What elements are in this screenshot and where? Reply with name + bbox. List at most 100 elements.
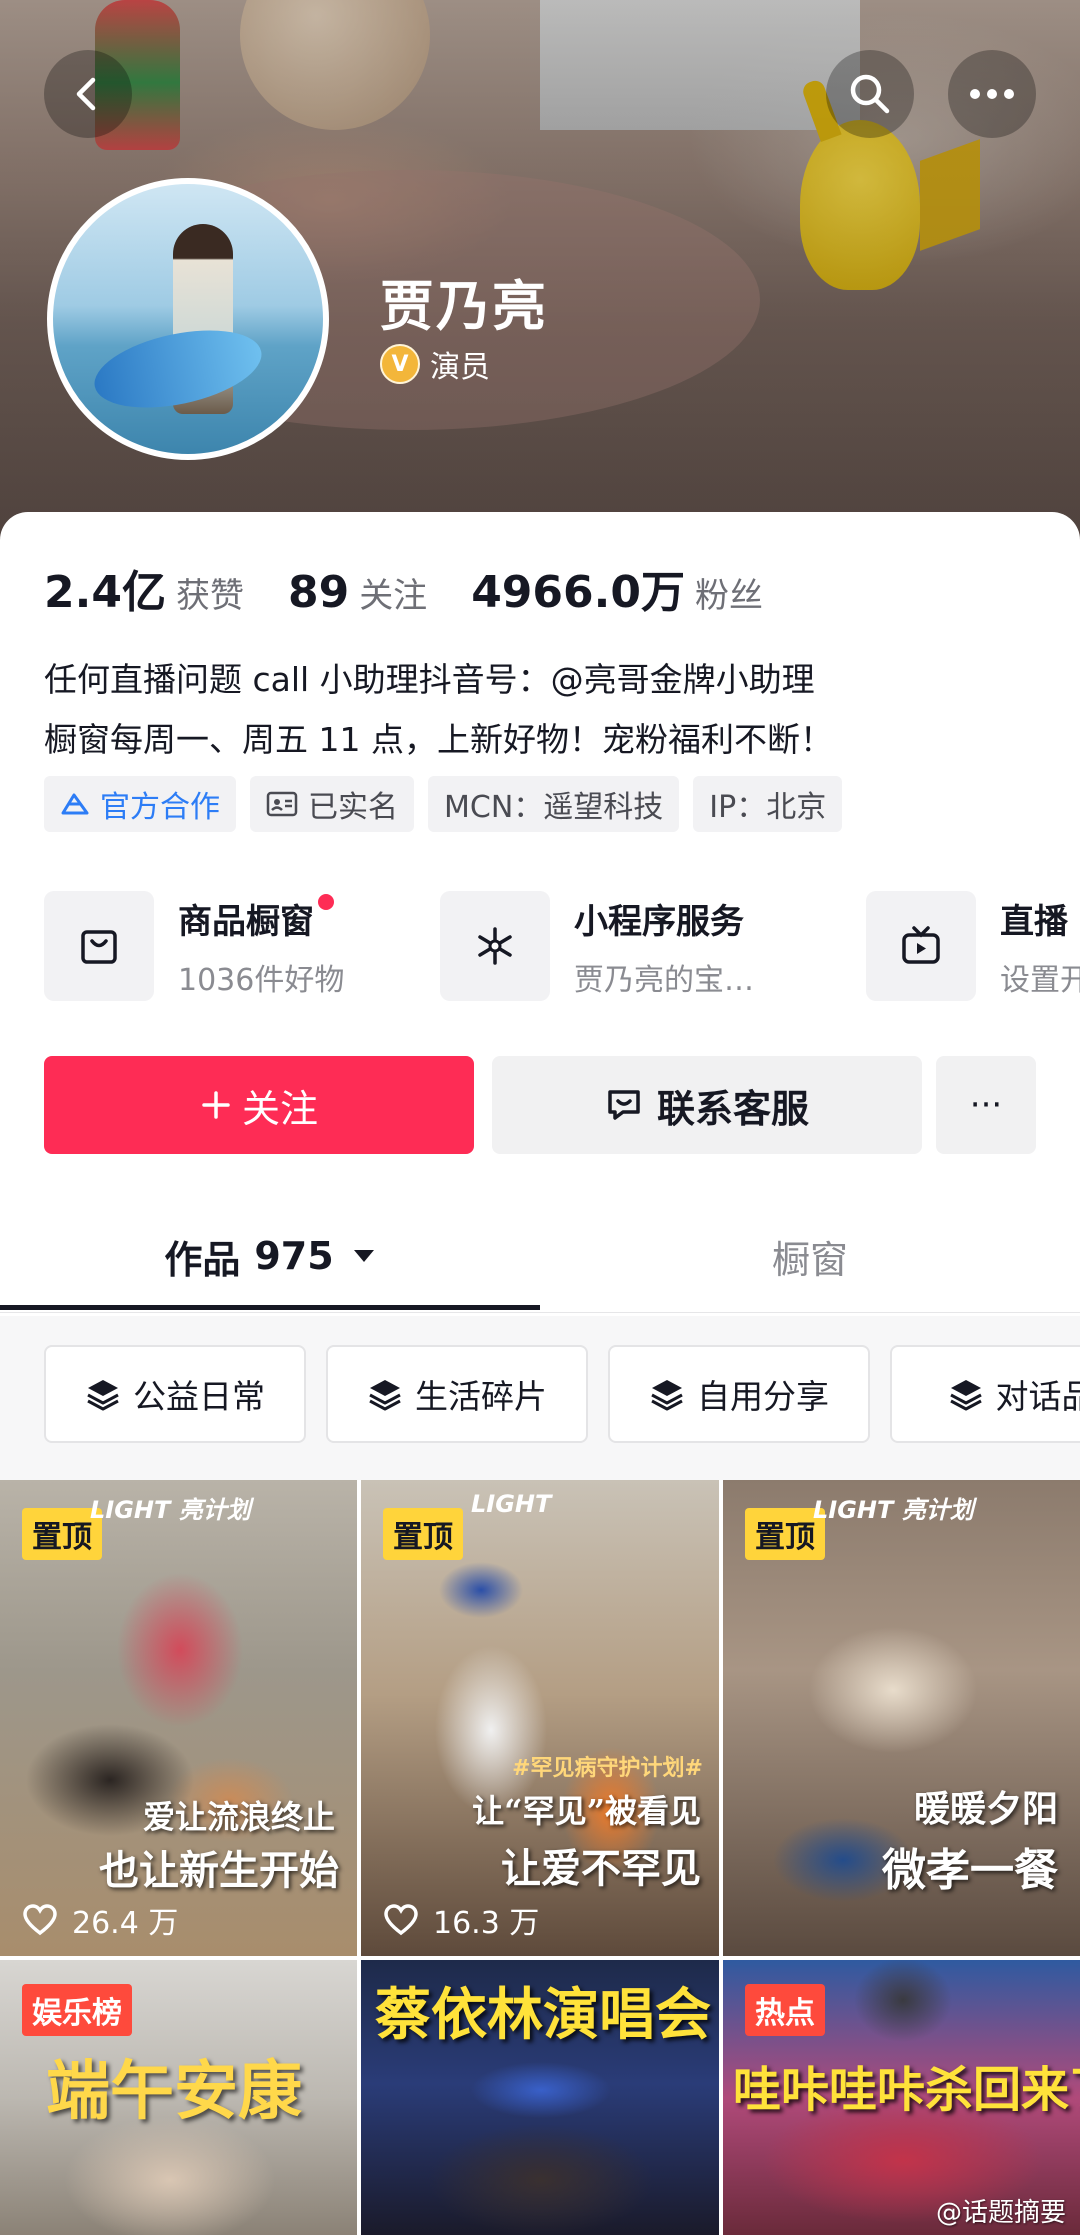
filter-chip-4-label: 对话品	[995, 1377, 1080, 1416]
service-mini-program[interactable]: 小程序服务 贾乃亮的宝…	[440, 888, 754, 1004]
bio-line-1: 任何直播问题 call 小助理抖音号：@亮哥金牌小助理	[44, 660, 815, 699]
service-showcase-subtitle: 1036件好物	[178, 962, 345, 998]
notification-dot	[318, 893, 334, 910]
filter-chip-3-label: 自用分享	[697, 1377, 829, 1416]
video-card[interactable]: 娱乐榜 端午安康	[0, 1960, 357, 2235]
profile-name: 贾乃亮	[380, 275, 548, 338]
ip-location-tag: IP：北京	[693, 776, 843, 832]
likes-count: 2.4亿	[44, 567, 166, 618]
trending-badge: 娱乐榜	[22, 1984, 132, 2036]
back-button[interactable]	[44, 50, 132, 138]
tab-works-count: 975	[254, 1234, 334, 1278]
heart-icon	[22, 1904, 72, 1936]
follow-label: 关注	[241, 1086, 318, 1131]
filter-chip-1[interactable]: 公益日常	[44, 1345, 306, 1443]
more-options-button[interactable]	[948, 50, 1036, 138]
filter-chip-2-label: 生活碎片	[415, 1377, 547, 1416]
video-brand: LIGHT 亮计划	[90, 1496, 251, 1524]
mini-program-icon	[440, 891, 550, 1001]
mcn-tag: MCN：遥望科技	[428, 776, 680, 832]
service-mini-program-title: 小程序服务	[574, 901, 744, 942]
verified-role: V 演员	[380, 342, 490, 386]
collection-filters: 公益日常 生活碎片 自用分享 对话品	[44, 1345, 1080, 1445]
tab-showcase[interactable]: 橱窗	[540, 1200, 1080, 1312]
video-caption: 暖暖夕阳	[913, 1788, 1058, 1830]
followers-label[interactable]: 粉丝	[695, 568, 763, 617]
service-mini-program-subtitle: 贾乃亮的宝…	[574, 962, 754, 998]
profile-role: 演员	[430, 350, 490, 385]
profile-actions: 关注 联系客服 ···	[44, 1056, 1036, 1154]
video-brand: LIGHT 亮计划	[813, 1496, 974, 1524]
content-tabs: 作品 975 橱窗	[0, 1200, 1080, 1313]
more-actions-icon: ···	[969, 1085, 1003, 1125]
tab-works-label: 作品	[164, 1237, 241, 1282]
service-live-subtitle: 设置开	[1000, 962, 1080, 998]
search-button[interactable]	[826, 50, 914, 138]
likes-count: 16.3 万	[433, 1906, 540, 1941]
id-card-icon	[266, 791, 298, 817]
video-card[interactable]: 置顶 LIGHT 亮计划 爱让流浪终止 也让新生开始 26.4 万	[0, 1480, 357, 1956]
plus-icon	[200, 1089, 232, 1121]
chat-icon	[605, 1086, 643, 1124]
video-caption: 微孝一餐	[882, 1845, 1058, 1896]
contact-service-label: 联系客服	[656, 1086, 809, 1131]
video-caption: 蔡依林演唱会	[375, 1982, 711, 2048]
handshake-icon	[60, 789, 90, 819]
avatar[interactable]	[47, 178, 329, 460]
realname-label: 已实名	[308, 790, 398, 825]
filter-chip-3[interactable]: 自用分享	[608, 1345, 870, 1443]
shopping-bag-icon	[44, 891, 154, 1001]
video-likes: 16.3 万	[383, 1898, 539, 1942]
filter-chip-1-label: 公益日常	[133, 1377, 265, 1416]
follow-button[interactable]: 关注	[44, 1056, 474, 1154]
video-caption: 爱让流浪终止	[142, 1798, 335, 1836]
more-horizontal-icon	[969, 88, 1015, 100]
profile-tags: 官方合作 已实名 MCN：遥望科技 IP：北京	[44, 776, 856, 832]
search-icon	[847, 71, 893, 117]
following-label[interactable]: 关注	[359, 568, 427, 617]
video-caption: 端午安康	[46, 2054, 302, 2129]
service-showcase[interactable]: 商品橱窗 1036件好物	[44, 888, 344, 1004]
video-card[interactable]: 置顶 LIGHT 亮计划 暖暖夕阳 微孝一餐	[723, 1480, 1080, 1956]
video-caption: 哇咔哇咔杀回来了	[733, 2062, 1080, 2118]
filter-chip-4[interactable]: 对话品	[890, 1345, 1080, 1443]
layers-icon	[948, 1377, 984, 1411]
chevron-left-icon	[68, 74, 108, 114]
tv-icon	[866, 891, 976, 1001]
video-brand: LIGHT	[471, 1490, 552, 1518]
video-caption: 让“罕见”被看见	[472, 1792, 701, 1830]
service-live[interactable]: 直播 设置开	[866, 888, 1080, 1004]
more-actions-button[interactable]: ···	[936, 1056, 1036, 1154]
pinned-badge: 置顶	[383, 1508, 463, 1560]
followers-count[interactable]: 4966.0万	[471, 556, 685, 620]
likes-label: 获赞	[175, 576, 244, 616]
service-showcase-title: 商品橱窗	[178, 901, 314, 942]
trending-badge: 热点	[745, 1984, 825, 2036]
layers-icon	[85, 1377, 121, 1411]
following-count[interactable]: 89	[288, 567, 349, 618]
mcn-label: MCN：遥望科技	[444, 790, 664, 825]
watermark: @话题摘要	[935, 2198, 1066, 2228]
video-caption: 让爱不罕见	[501, 1845, 701, 1892]
tab-active-indicator	[0, 1305, 540, 1310]
tab-showcase-label: 橱窗	[771, 1237, 848, 1282]
bio-line-2: 橱窗每周一、周五 11 点，上新好物！宠粉福利不断！	[44, 720, 833, 759]
profile-bio: 任何直播问题 call 小助理抖音号：@亮哥金牌小助理 橱窗每周一、周五 11 …	[44, 650, 833, 770]
video-hashtag: #罕见病守护计划#	[512, 1756, 703, 1781]
filter-chip-2[interactable]: 生活碎片	[326, 1345, 588, 1443]
tab-works[interactable]: 作品 975	[0, 1200, 540, 1312]
service-live-title: 直播	[1000, 901, 1068, 942]
realname-tag: 已实名	[250, 776, 414, 832]
layers-icon	[649, 1377, 685, 1411]
official-cooperation-tag[interactable]: 官方合作	[44, 776, 236, 832]
video-card[interactable]: 置顶 LIGHT #罕见病守护计划# 让“罕见”被看见 让爱不罕见 16.3 万	[361, 1480, 719, 1956]
heart-icon	[383, 1904, 433, 1936]
video-card[interactable]: 蔡依林演唱会	[361, 1960, 719, 2235]
services-row: 商品橱窗 1036件好物 小程序服务 贾乃亮的宝… 直播 设置开	[44, 888, 1080, 1004]
video-grid: 置顶 LIGHT 亮计划 爱让流浪终止 也让新生开始 26.4 万 置顶 LIG…	[0, 1480, 1080, 2235]
verified-badge-icon: V	[380, 344, 420, 384]
official-cooperation-label: 官方合作	[100, 790, 220, 825]
contact-service-button[interactable]: 联系客服	[492, 1056, 922, 1154]
ip-location-label: IP：北京	[709, 790, 827, 825]
video-likes: 26.4 万	[22, 1898, 178, 1942]
